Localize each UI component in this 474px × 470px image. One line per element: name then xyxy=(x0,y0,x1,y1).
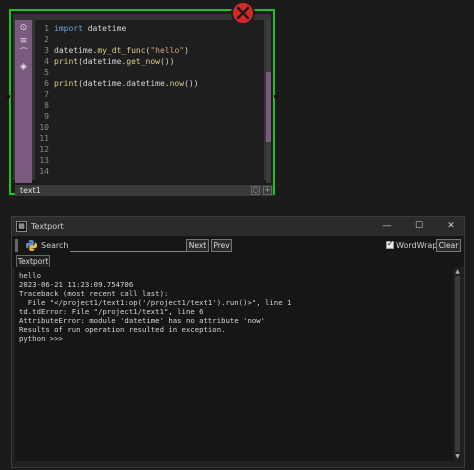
code-line[interactable]: 4 print(datetime.get_now()) xyxy=(35,56,264,67)
line-number: 8 xyxy=(44,101,49,110)
code-token: "hello" xyxy=(150,46,185,55)
code-line[interactable]: 9 xyxy=(35,111,264,122)
textport-toolbar: Search Next Prev WordWrap Clear xyxy=(12,236,464,255)
touchdesigner-app-icon: ▦ xyxy=(16,221,27,232)
console-line: File "</project1/text1:op('/project1/tex… xyxy=(19,298,292,307)
line-number: 4 xyxy=(44,57,49,66)
code-line[interactable]: 6 print(datetime.datetime.now()) xyxy=(35,78,264,89)
close-button[interactable]: ✕ xyxy=(440,217,462,236)
scroll-down-icon[interactable]: ▼ xyxy=(454,453,461,460)
expand-icon[interactable]: + xyxy=(263,186,272,195)
code-token: datetime xyxy=(82,24,127,33)
tab-textport[interactable]: Textport xyxy=(16,255,50,267)
code-line[interactable]: 1 import datetime xyxy=(35,23,264,34)
code-line[interactable]: 3 datetime.my_dt_func("hello") xyxy=(35,45,264,56)
output-connector[interactable] xyxy=(274,95,278,98)
node-name[interactable]: text1 xyxy=(20,185,41,196)
search-input[interactable] xyxy=(70,240,190,252)
code-line[interactable]: 13 xyxy=(35,155,264,166)
code-text: import datetime xyxy=(54,23,126,34)
viewer-tool-strip: ⊙ ≡ ⁀ ◈ xyxy=(15,20,32,183)
code-line[interactable]: 7 xyxy=(35,89,264,100)
console-line: hello xyxy=(19,271,41,280)
code-token: ()) xyxy=(184,79,199,88)
console-line: AttributeError: module 'datetime' has no… xyxy=(19,316,266,325)
tab-strip: Textport xyxy=(12,255,464,267)
title-bar[interactable]: ▦ Textport — ☐ ✕ xyxy=(12,217,464,236)
node-footer: text1 ○ + xyxy=(15,185,273,196)
console-line: Traceback (most recent call last): xyxy=(19,289,169,298)
input-connector[interactable] xyxy=(6,95,10,98)
clear-button[interactable]: Clear xyxy=(436,239,461,252)
line-number: 13 xyxy=(39,156,49,165)
line-number: 12 xyxy=(39,145,49,154)
textport-window: ▦ Textport — ☐ ✕ Search Next Prev WordWr… xyxy=(11,216,465,468)
bypass-icon[interactable]: ◈ xyxy=(18,62,29,73)
code-token: print xyxy=(54,79,79,88)
viewer-toggle-icon[interactable]: ○ xyxy=(251,186,260,195)
console-line: 2023-06-21 11:23:09.754706 xyxy=(19,280,134,289)
line-number: 2 xyxy=(44,35,49,44)
editor-scrollbar[interactable] xyxy=(266,20,271,183)
minimize-button[interactable]: — xyxy=(376,217,398,236)
editor-scrollbar-thumb[interactable] xyxy=(266,72,271,142)
code-line[interactable]: 5 xyxy=(35,67,264,78)
line-number: 9 xyxy=(44,112,49,121)
console-line: Results of run operation resulted in exc… xyxy=(19,325,226,334)
code-token: (datetime. xyxy=(78,57,127,66)
viewer-active-icon[interactable]: ⊙ xyxy=(18,23,29,34)
code-token: now xyxy=(169,79,185,88)
python-icon[interactable] xyxy=(25,239,38,252)
console-line: td.tdError: File "/project1/text1", line… xyxy=(19,307,204,316)
code-line[interactable]: 8 xyxy=(35,100,264,111)
code-token: datetime. xyxy=(54,46,98,55)
code-line[interactable]: 10 xyxy=(35,122,264,133)
scroll-up-icon[interactable]: ▲ xyxy=(454,268,461,275)
code-token: my_dt_func xyxy=(97,46,146,55)
code-token: get_now xyxy=(126,57,160,66)
line-number: 6 xyxy=(44,79,49,88)
line-number: 7 xyxy=(44,90,49,99)
next-button[interactable]: Next xyxy=(186,239,209,252)
code-token: (datetime.datetime. xyxy=(78,79,170,88)
console-scrollbar-thumb[interactable] xyxy=(455,276,460,452)
line-number: 5 xyxy=(44,68,49,77)
console-output[interactable]: hello 2023-06-21 11:23:09.754706 Traceback… xyxy=(15,267,453,461)
code-line[interactable]: 11 xyxy=(35,133,264,144)
search-label: Search xyxy=(41,241,69,250)
text-dat-node[interactable]: ⊙ ≡ ⁀ ◈ 1 import datetime 2 3 datetime.my_dt… xyxy=(6,9,278,196)
wordwrap-checkbox[interactable] xyxy=(386,239,394,249)
console-line: python >>> xyxy=(19,334,63,343)
prev-button[interactable]: Prev xyxy=(211,239,232,252)
code-line[interactable]: 2 xyxy=(35,34,264,45)
window-title: Textport xyxy=(31,222,64,231)
line-number: 3 xyxy=(44,46,49,55)
maximize-button[interactable]: ☐ xyxy=(408,217,430,236)
line-number: 10 xyxy=(39,123,49,132)
code-token: import xyxy=(54,24,83,33)
error-x-icon[interactable] xyxy=(231,1,255,25)
code-token: ()) xyxy=(159,57,175,66)
wordwrap-label: WordWrap xyxy=(396,241,438,250)
lock-icon[interactable]: ⁀ xyxy=(18,49,29,60)
line-number: 14 xyxy=(39,167,49,176)
code-editor[interactable]: 1 import datetime 2 3 datetime.my_dt_func("h… xyxy=(35,20,264,183)
code-text: datetime.my_dt_func("hello") xyxy=(54,45,189,56)
toolbar-grip[interactable] xyxy=(15,239,18,252)
clone-icon[interactable]: ≡ xyxy=(18,36,29,47)
code-text: print(datetime.get_now()) xyxy=(54,56,174,67)
code-text: print(datetime.datetime.now()) xyxy=(54,78,199,89)
line-number: 11 xyxy=(39,134,49,143)
code-line[interactable]: 12 xyxy=(35,144,264,155)
code-line[interactable]: 14 xyxy=(35,166,264,177)
node-body: ⊙ ≡ ⁀ ◈ 1 import datetime 2 3 datetime.my_dt… xyxy=(13,14,273,196)
code-token: print xyxy=(54,57,79,66)
line-number: 1 xyxy=(44,24,49,33)
code-token: ) xyxy=(184,46,189,55)
console-scrollbar[interactable]: ▲ ▼ xyxy=(454,267,461,461)
